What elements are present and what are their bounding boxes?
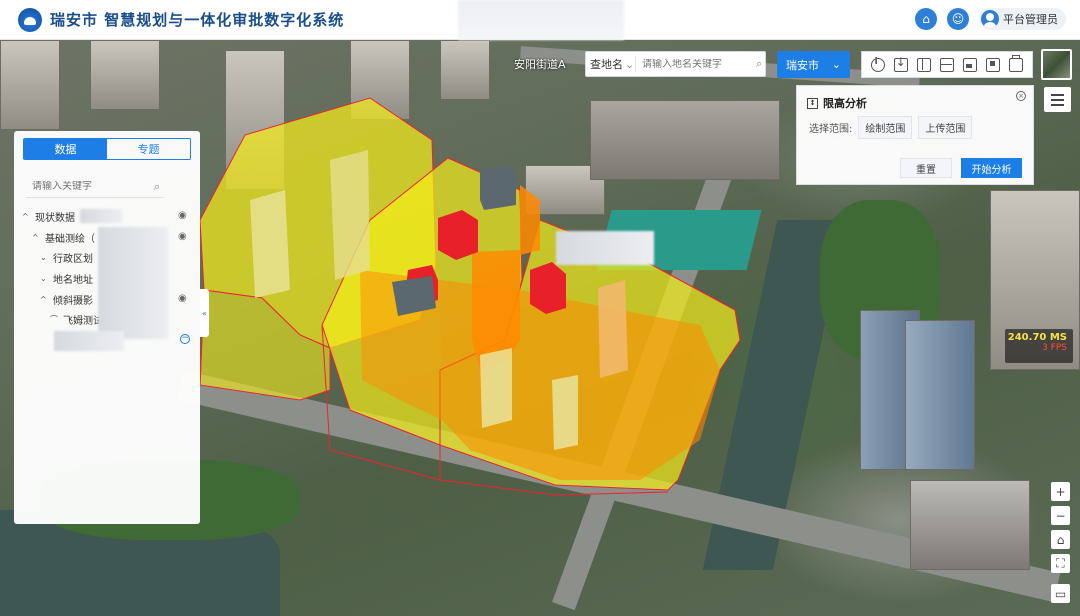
user-menu[interactable]: 平台管理员 [979, 8, 1066, 30]
eye-icon[interactable]: ◉ [178, 210, 187, 221]
fps-counter: 240.70 MS 3 FPS [1005, 329, 1073, 363]
frame-time: 240.70 MS [1007, 332, 1067, 343]
range-label: 选择范围: [809, 124, 853, 135]
link-icon: ⌒ [50, 314, 58, 324]
avatar-icon [981, 10, 999, 28]
building-in-zone [598, 280, 628, 378]
panel-tabs: 数据 专题 [23, 138, 191, 160]
search-input[interactable] [642, 58, 752, 70]
tree-label: 飞姆测试 [63, 315, 103, 327]
split-icon[interactable] [916, 57, 931, 72]
zoom-in-button[interactable]: + [1051, 482, 1070, 501]
reset-button[interactable]: 重置 [900, 158, 952, 178]
tree-label: 地名地址 [53, 274, 93, 286]
map-place-label: 安阳街道A [514, 58, 566, 71]
app-header: 瑞安市 智慧规划与一体化审批数字化系统 ⌂ ☺ 平台管理员 [0, 0, 1080, 40]
user-group-icon[interactable]: ☺ [947, 8, 969, 30]
tree-node[interactable]: ⌒ 飞姆测试 [50, 309, 103, 329]
search-type-select[interactable]: 查地名 ⌄ [586, 56, 636, 72]
caret-up-icon: ^ [40, 294, 47, 304]
map-toolbar [861, 51, 1033, 78]
tab-data[interactable]: 数据 [24, 139, 107, 159]
place-search[interactable]: 查地名 ⌄ ⌕ [585, 51, 766, 77]
violation-top [530, 262, 566, 314]
caret-up-icon: ^ [22, 211, 29, 221]
fullscreen-icon[interactable]: ⛶ [1051, 554, 1070, 573]
caret-up-icon: ^ [32, 232, 39, 242]
caret-down-icon: ⌄ [40, 273, 47, 283]
analysis-title: 限高分析 [823, 97, 867, 110]
layer-search-input[interactable] [32, 181, 142, 192]
data-panel: 数据 专题 ⌕ ^ 现状数据 ◉ ^ 基础测绘（ ◉ ⌄ 行政区划 ⌄ 地名地址… [14, 131, 200, 524]
app-title: 瑞安市 智慧规划与一体化审批数字化系统 [50, 11, 345, 29]
city-selector[interactable]: 瑞安市 ⌄ [777, 51, 850, 78]
tree-node[interactable]: ^ 倾斜摄影 [40, 289, 93, 309]
draw-range-button[interactable]: 绘制范围 [858, 116, 913, 139]
collapse-panel-button[interactable]: « [200, 289, 209, 337]
zoom-out-button[interactable]: − [1051, 506, 1070, 525]
eye-icon[interactable]: ◉ [178, 231, 187, 242]
redacted-label [556, 231, 654, 265]
chevron-down-icon: ⌄ [625, 57, 635, 71]
search-icon[interactable]: ⌕ [756, 57, 762, 71]
tree-node[interactable]: ⌄ 行政区划 [40, 247, 93, 267]
minus-circle-icon[interactable]: − [180, 334, 190, 344]
image-icon[interactable] [963, 57, 978, 72]
basemap-switcher[interactable] [1041, 49, 1072, 80]
layer-list-button[interactable] [1044, 87, 1071, 112]
panel-title: ↕ 限高分析 [807, 95, 867, 111]
building-in-zone [250, 190, 290, 298]
tree-label: 现状数据 [35, 212, 75, 224]
tree-node[interactable]: ^ 现状数据 [22, 206, 75, 226]
search-icon[interactable]: ⌕ [154, 180, 160, 194]
home-icon[interactable]: ⌂ [915, 8, 937, 30]
eye-icon[interactable]: ◉ [178, 293, 187, 304]
fps-value: 3 FPS [1042, 343, 1067, 353]
tree-label: 行政区划 [53, 253, 93, 265]
redacted-region [54, 331, 124, 351]
range-row: 选择范围: 绘制范围 上传范围 [809, 116, 973, 139]
box-icon[interactable] [1009, 54, 1024, 72]
redacted-text [80, 209, 122, 223]
tree-node[interactable]: ⌄ 地名地址 [40, 268, 93, 288]
search-type-label: 查地名 [590, 58, 623, 71]
start-analysis-button[interactable]: 开始分析 [961, 158, 1022, 178]
close-icon[interactable]: × [1016, 91, 1026, 101]
caret-down-icon: ⌄ [40, 252, 47, 262]
screenshot-icon[interactable]: ▭ [1051, 584, 1070, 603]
tree-label: 基础测绘（ [45, 233, 95, 245]
redacted-region [458, 0, 624, 40]
building-in-zone [480, 348, 512, 428]
flag-icon[interactable] [986, 57, 1001, 72]
city-label: 瑞安市 [786, 58, 819, 72]
tree-label: 倾斜摄影 [53, 295, 93, 307]
over-limit-volume [520, 185, 540, 255]
info-icon[interactable] [870, 57, 885, 72]
upload-range-button[interactable]: 上传范围 [918, 116, 973, 139]
tree-node[interactable]: ^ 基础测绘（ [32, 227, 95, 247]
analysis-icon: ↕ [807, 97, 818, 109]
chevron-down-icon: ⌄ [831, 58, 841, 71]
grid-icon[interactable] [939, 57, 954, 72]
header-actions: ⌂ ☺ 平台管理员 [915, 8, 1066, 30]
compass-icon[interactable]: ⌂ [1051, 530, 1070, 549]
download-icon[interactable] [893, 55, 908, 72]
building-in-zone [552, 375, 578, 450]
city-logo-icon [18, 7, 42, 32]
user-name: 平台管理员 [1003, 13, 1058, 26]
rooftop [480, 165, 516, 210]
redacted-region [98, 227, 168, 339]
layer-search[interactable]: ⌕ [26, 176, 164, 198]
tab-topic[interactable]: 专题 [107, 139, 190, 159]
violation-top [438, 210, 478, 260]
height-analysis-panel: ↕ 限高分析 × 选择范围: 绘制范围 上传范围 重置 开始分析 [796, 85, 1034, 185]
building-in-zone [330, 150, 370, 280]
